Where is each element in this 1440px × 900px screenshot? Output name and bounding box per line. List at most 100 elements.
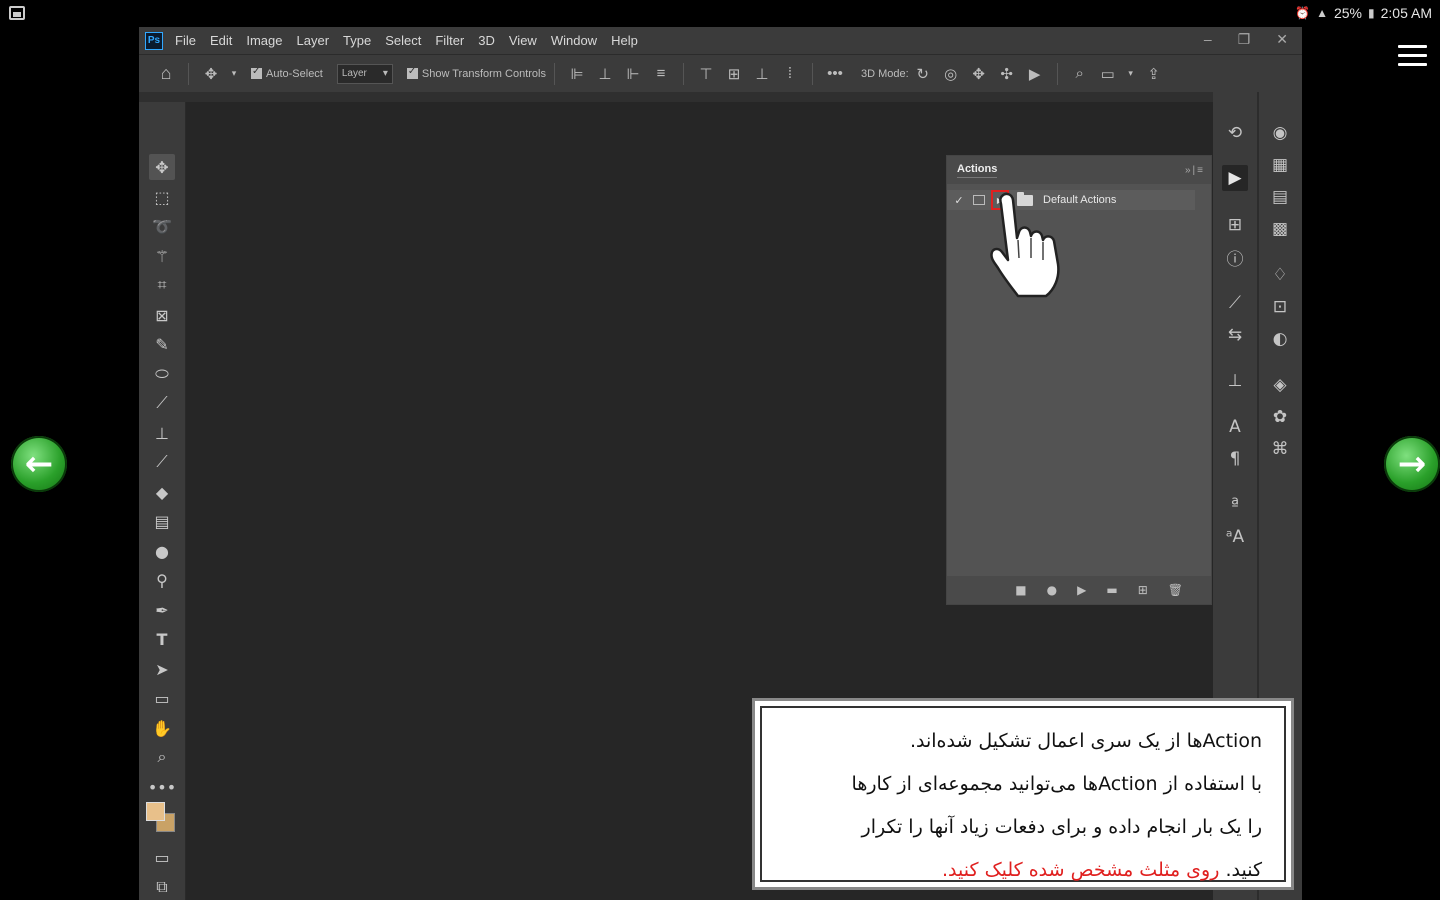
hamburger-menu-icon[interactable] (1398, 45, 1427, 67)
align-right-icon[interactable]: ⊩ (622, 63, 644, 85)
lasso-tool-icon[interactable]: ➰ (149, 213, 175, 239)
actions-play-icon[interactable]: ▶ (1222, 165, 1248, 191)
search-icon[interactable]: ⌕ (1069, 63, 1091, 85)
3d-camera-icon[interactable]: ▶ (1024, 63, 1046, 85)
panel-menu-icon[interactable]: »|≡ (1185, 165, 1205, 176)
layer-dropdown[interactable]: Layer ▾ (336, 63, 393, 84)
dialog-toggle-icon[interactable] (973, 195, 985, 205)
menu-layer[interactable]: Layer (297, 33, 330, 48)
menu-image[interactable]: Image (246, 33, 282, 48)
delete-icon[interactable]: 🗑 (1168, 583, 1183, 597)
align-center-icon[interactable]: ⊥ (594, 63, 616, 85)
eyedropper-tool-icon[interactable]: ✎ (149, 331, 175, 357)
learn-icon[interactable]: ♢ (1267, 262, 1293, 288)
menu-view[interactable]: View (509, 33, 537, 48)
character-icon[interactable]: A (1222, 414, 1248, 440)
patterns-icon[interactable]: ▩ (1267, 216, 1293, 242)
restore-icon[interactable]: ❐ (1238, 31, 1251, 48)
glyphs-icon[interactable]: ª (1222, 492, 1248, 518)
more-options-icon[interactable]: ••• (824, 63, 846, 85)
align-top-icon[interactable]: ⊤ (695, 63, 717, 85)
actions-tab[interactable]: Actions (957, 163, 998, 178)
menu-type[interactable]: Type (343, 33, 371, 48)
properties-icon[interactable]: ⊞ (1222, 212, 1248, 238)
character-styles-icon[interactable]: ᵃA (1222, 524, 1248, 550)
stop-icon[interactable]: ■ (1015, 583, 1026, 597)
eraser-tool-icon[interactable]: ◆ (149, 479, 175, 505)
new-action-icon[interactable]: ⊞ (1138, 583, 1148, 597)
channels-icon[interactable]: ✿ (1267, 404, 1293, 430)
play-icon[interactable]: ▶ (1077, 583, 1086, 597)
arrow-left-icon[interactable]: ← (11, 436, 67, 492)
3d-slide-icon[interactable]: ✣ (996, 63, 1018, 85)
type-tool-icon[interactable]: T (149, 626, 175, 652)
pen-tool-icon[interactable]: ✒ (149, 597, 175, 623)
actions-panel: Actions »|≡ ✓ ▶ Default Actions ■ ● ▶ ▬ … (946, 155, 1212, 605)
checkmark-icon[interactable]: ✓ (949, 194, 969, 207)
close-icon[interactable]: ✕ (1276, 31, 1288, 48)
history-brush-tool-icon[interactable]: ⟋ (149, 449, 175, 475)
gradients-icon[interactable]: ▤ (1267, 184, 1293, 210)
chevron-down-icon[interactable]: ▾ (228, 63, 240, 85)
align-middle-icon[interactable]: ⊞ (723, 63, 745, 85)
menu-file[interactable]: File (175, 33, 196, 48)
3d-roll-icon[interactable]: ◎ (940, 63, 962, 85)
new-set-folder-icon[interactable]: ▬ (1106, 583, 1117, 597)
menu-help[interactable]: Help (611, 33, 638, 48)
rectangle-tool-icon[interactable]: ▭ (149, 685, 175, 711)
zoom-tool-icon[interactable]: ⌕ (149, 744, 175, 770)
dodge-tool-icon[interactable]: ⚲ (149, 567, 175, 593)
history-icon[interactable]: ⟲ (1222, 120, 1248, 146)
auto-select-checkbox[interactable]: Auto-Select (251, 66, 323, 80)
paths-icon[interactable]: ⌘ (1267, 436, 1293, 462)
share-icon[interactable]: ⇪ (1143, 63, 1165, 85)
record-icon[interactable]: ● (1047, 583, 1057, 597)
action-set-row[interactable]: ✓ ▶ Default Actions (947, 190, 1195, 210)
adjustments-icon[interactable]: ⇆ (1222, 322, 1248, 348)
swatches-icon[interactable]: ▦ (1267, 152, 1293, 178)
info-icon[interactable]: ⓘ (1222, 244, 1248, 270)
healing-brush-tool-icon[interactable]: ⬭ (149, 361, 175, 387)
align-left-icon[interactable]: ⊫ (566, 63, 588, 85)
3d-pan-icon[interactable]: ✥ (968, 63, 990, 85)
align-bottom-icon[interactable]: ⊥ (751, 63, 773, 85)
clone-source-icon[interactable]: ⊥ (1222, 368, 1248, 394)
actions-panel-header: Actions »|≡ (947, 156, 1211, 184)
brush-tool-icon[interactable]: ⟋ (149, 390, 175, 416)
3d-orbit-icon[interactable]: ↻ (912, 63, 934, 85)
more-tools-icon[interactable]: ••• (148, 774, 176, 800)
move-tool-icon[interactable]: ✥ (149, 154, 175, 180)
menu-select[interactable]: Select (385, 33, 421, 48)
menu-filter[interactable]: Filter (435, 33, 464, 48)
frame-tool-icon[interactable]: ⊠ (149, 302, 175, 328)
chevron-down-icon[interactable]: ▾ (1125, 63, 1137, 85)
layers-icon[interactable]: ◈ (1267, 372, 1293, 398)
minimize-icon[interactable]: – (1204, 31, 1212, 48)
arrow-right-icon[interactable]: → (1384, 436, 1440, 492)
hand-tool-icon[interactable]: ✋ (149, 715, 175, 741)
distribute-vertical-icon[interactable]: ⁞ (779, 63, 801, 85)
menu-3d[interactable]: 3D (478, 33, 495, 48)
brush-settings-icon[interactable]: ⟋ (1222, 290, 1248, 316)
move-tool-icon[interactable]: ✥ (200, 63, 222, 85)
libraries-icon[interactable]: ⊡ (1267, 294, 1293, 320)
gradient-tool-icon[interactable]: ▤ (149, 508, 175, 534)
home-icon[interactable]: ⌂ (155, 63, 177, 85)
menu-edit[interactable]: Edit (210, 33, 232, 48)
color-wheel-icon[interactable]: ◉ (1267, 120, 1293, 146)
path-selection-tool-icon[interactable]: ➤ (149, 656, 175, 682)
distribute-icon[interactable]: ≡ (650, 63, 672, 85)
quick-mask-icon[interactable]: ▭ (149, 844, 175, 870)
crop-tool-icon[interactable]: ⌗ (149, 272, 175, 298)
blur-tool-icon[interactable]: ● (149, 538, 175, 564)
adjustments-circle-icon[interactable]: ◐ (1267, 326, 1293, 352)
clone-stamp-tool-icon[interactable]: ⊥ (149, 420, 175, 446)
workspace-icon[interactable]: ▭ (1097, 63, 1119, 85)
paragraph-icon[interactable]: ¶ (1222, 446, 1248, 472)
show-transform-checkbox[interactable]: Show Transform Controls (406, 66, 546, 80)
foreground-color-swatch[interactable] (146, 802, 165, 821)
marquee-tool-icon[interactable]: ⬚ (149, 184, 175, 210)
magic-wand-tool-icon[interactable]: ⚚ (149, 243, 175, 269)
menu-window[interactable]: Window (551, 33, 597, 48)
screen-mode-icon[interactable]: ⧉ (149, 874, 175, 900)
